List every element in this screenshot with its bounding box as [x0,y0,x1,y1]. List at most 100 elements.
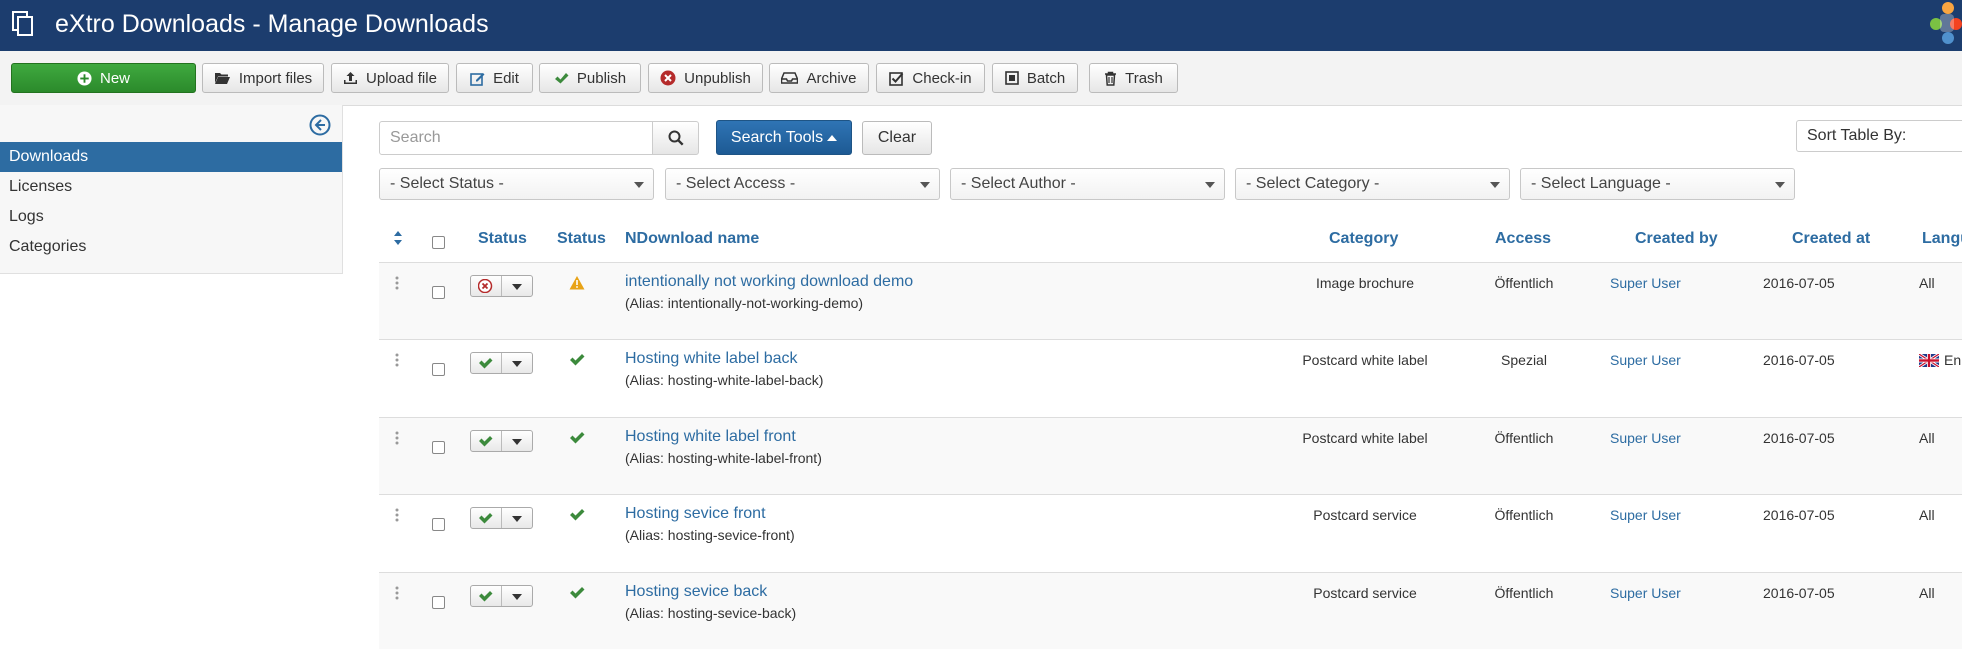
batch-label: Batch [1026,69,1066,87]
author-filter-value: - Select Author - [961,175,1076,192]
search-button[interactable] [652,121,699,155]
created-by-link[interactable]: Super User [1610,584,1681,602]
chevron-down-icon [1205,182,1215,188]
created-at-cell: 2016-07-05 [1763,275,1835,291]
column-header-file-status[interactable]: Status [557,229,606,249]
status-filter-value: - Select Status - [390,175,504,192]
chevron-down-icon[interactable] [512,284,522,290]
status-filter[interactable]: - Select Status - [379,168,654,200]
sort-table-select[interactable]: Sort Table By: [1796,120,1962,152]
table-row: Hosting white label front (Alias: hosting… [379,417,1962,494]
row-checkbox[interactable] [432,441,445,454]
publish-toggle-button[interactable] [470,585,533,607]
edit-label: Edit [493,69,519,87]
column-header-language[interactable]: Langu [1922,229,1962,249]
publish-button[interactable]: Publish [539,63,641,93]
row-checkbox[interactable] [432,363,445,376]
ordering-sort-icon[interactable] [393,230,403,246]
search-input[interactable] [379,121,653,155]
created-by-link[interactable]: Super User [1610,351,1681,369]
edit-button[interactable]: Edit [456,63,533,93]
publish-toggle-button[interactable] [470,430,533,452]
column-header-created-by[interactable]: Created by [1635,229,1718,249]
category-filter[interactable]: - Select Category - [1235,168,1510,200]
batch-button[interactable]: Batch [992,63,1078,93]
column-header-created-at[interactable]: Created at [1792,229,1870,249]
publish-toggle-button[interactable] [470,507,533,529]
access-cell: Öffentlich [1494,275,1554,291]
new-button[interactable]: New [11,63,196,93]
created-at-cell: 2016-07-05 [1763,585,1835,601]
access-filter[interactable]: - Select Access - [665,168,940,200]
archive-icon [781,72,799,84]
published-check-icon [479,591,493,602]
sidebar-item-categories[interactable]: Categories [0,232,342,262]
import-files-button[interactable]: Import files [202,63,324,93]
trash-button[interactable]: Trash [1089,63,1178,93]
column-header-access[interactable]: Access [1495,229,1551,249]
column-header-name[interactable]: NDownload name [625,229,759,249]
row-checkbox[interactable] [432,596,445,609]
unpublish-button[interactable]: Unpublish [648,63,763,93]
upload-icon [344,72,358,84]
drag-handle-icon[interactable] [395,586,399,602]
new-button-label: New [99,69,130,87]
chevron-down-icon[interactable] [512,594,522,600]
check-in-button[interactable]: Check-in [876,63,985,93]
download-name-link[interactable]: intentionally not working download demo [625,272,913,292]
file-ok-check-icon [570,587,585,599]
chevron-down-icon[interactable] [512,516,522,522]
created-by-link[interactable]: Super User [1610,274,1681,292]
warning-icon [569,276,585,290]
drag-handle-icon[interactable] [395,276,399,292]
language-cell: All [1919,585,1935,601]
download-name-link[interactable]: Hosting sevice front [625,504,766,524]
plus-circle-icon [77,70,92,86]
drag-handle-icon[interactable] [395,353,399,369]
collapse-sidebar-icon[interactable] [309,114,331,136]
search-tools-button[interactable]: Search Tools [716,120,852,155]
created-by-link[interactable]: Super User [1610,506,1681,524]
chevron-down-icon[interactable] [512,439,522,445]
upload-file-label: Upload file [366,69,437,87]
publish-toggle-button[interactable] [470,352,533,374]
download-name-link[interactable]: Hosting white label front [625,427,796,447]
unpublish-label: Unpublish [684,69,751,87]
row-checkbox[interactable] [432,518,445,531]
trash-label: Trash [1125,69,1163,87]
publish-label: Publish [576,69,627,87]
clear-button[interactable]: Clear [862,121,932,155]
column-header-category[interactable]: Category [1329,229,1398,249]
sidebar-item-downloads[interactable]: Downloads [0,142,342,172]
file-ok-check-icon [570,354,585,366]
chevron-down-icon [634,182,644,188]
published-check-icon [479,513,493,524]
toggle-divider [501,353,502,373]
chevron-down-icon[interactable] [512,361,522,367]
language-cell: All [1919,275,1935,291]
publish-toggle-button[interactable] [470,275,533,297]
category-cell: Postcard service [1313,507,1417,523]
sidebar: Downloads Licenses Logs Categories [0,105,343,274]
table-row: intentionally not working download demo (… [379,262,1962,339]
check-icon [554,72,569,83]
upload-file-button[interactable]: Upload file [331,63,449,93]
drag-handle-icon[interactable] [395,431,399,447]
archive-button[interactable]: Archive [769,63,869,93]
created-at-cell: 2016-07-05 [1763,430,1835,446]
sidebar-item-licenses[interactable]: Licenses [0,172,342,202]
author-filter[interactable]: - Select Author - [950,168,1225,200]
download-name-link[interactable]: Hosting sevice back [625,582,767,602]
batch-icon [1005,71,1019,85]
file-ok-check-icon [570,432,585,444]
language-filter[interactable]: - Select Language - [1520,168,1795,200]
created-by-link[interactable]: Super User [1610,429,1681,447]
table-row: Hosting sevice front (Alias: hosting-sevi… [379,494,1962,571]
column-header-status[interactable]: Status [478,229,527,249]
select-all-checkbox[interactable] [432,236,445,249]
sidebar-item-logs[interactable]: Logs [0,202,342,232]
download-name-link[interactable]: Hosting white label back [625,349,798,369]
created-at-cell: 2016-07-05 [1763,507,1835,523]
drag-handle-icon[interactable] [395,508,399,524]
row-checkbox[interactable] [432,286,445,299]
